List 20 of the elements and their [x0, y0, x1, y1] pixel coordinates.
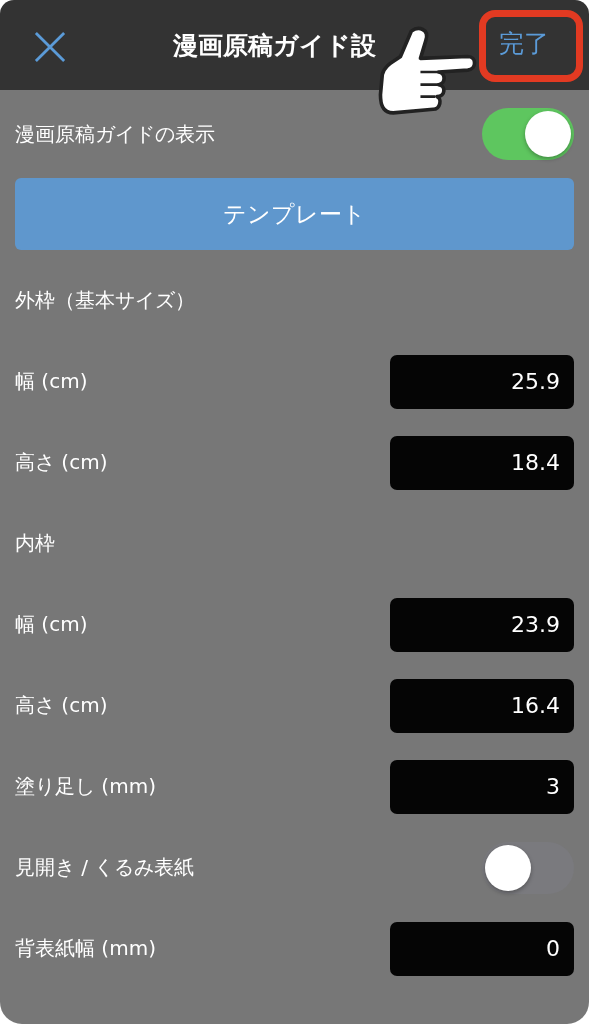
- screen-title: 漫画原稿ガイド設: [173, 29, 376, 62]
- setting-label: 塗り足し (mm): [15, 773, 156, 800]
- section-label: 外枠（基本サイズ）: [15, 287, 195, 314]
- number-field[interactable]: 25.9: [390, 354, 574, 409]
- setting-label: 幅 (cm): [15, 368, 88, 395]
- number-field[interactable]: 0: [390, 921, 574, 976]
- close-icon[interactable]: [34, 31, 66, 63]
- done-button[interactable]: 完了: [499, 27, 549, 60]
- number-field[interactable]: 16.4: [390, 678, 574, 733]
- section-label: 内枠: [15, 530, 55, 557]
- setting-label: 高さ (cm): [15, 692, 108, 719]
- setting-label: 高さ (cm): [15, 449, 108, 476]
- number-field[interactable]: 18.4: [390, 435, 574, 490]
- toggle-switch[interactable]: [482, 108, 574, 160]
- setting-label: 見開き / くるみ表紙: [15, 854, 195, 881]
- setting-label: 背表紙幅 (mm): [15, 935, 156, 962]
- setting-label: 漫画原稿ガイドの表示: [15, 120, 215, 148]
- number-field[interactable]: 23.9: [390, 597, 574, 652]
- setting-label: 幅 (cm): [15, 611, 88, 638]
- number-field[interactable]: 3: [390, 759, 574, 814]
